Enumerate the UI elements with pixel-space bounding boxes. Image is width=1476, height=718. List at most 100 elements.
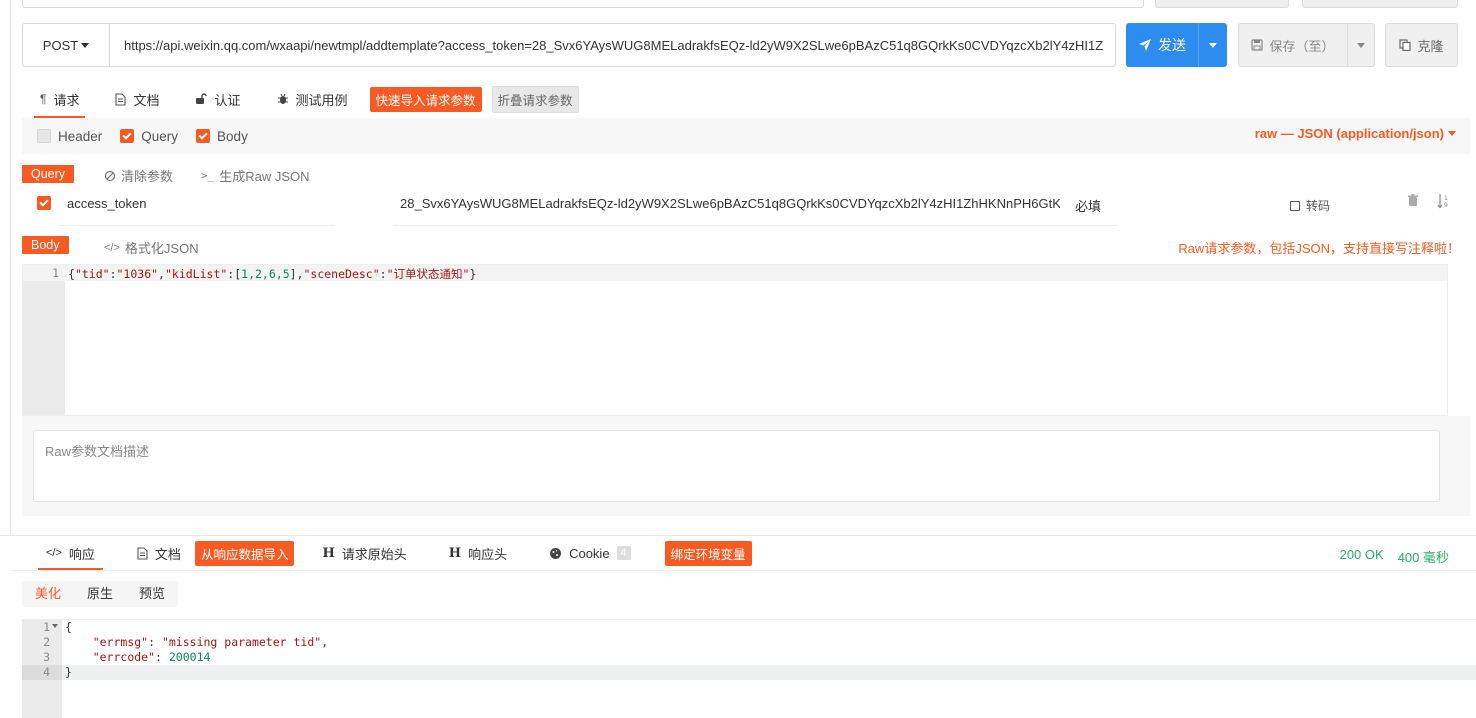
tab-auth[interactable]: 认证 (177, 80, 258, 118)
chevron-down-icon (81, 42, 90, 48)
fold-toggle-icon[interactable] (52, 624, 58, 628)
generate-raw-json-button[interactable]: >_ 生成Raw JSON (201, 166, 310, 185)
param-enabled-checkbox[interactable] (37, 196, 51, 210)
response-status: 200 OK 400 毫秒 (1340, 547, 1449, 566)
chevron-down-icon (1209, 42, 1217, 48)
query-option-label: Query (141, 128, 179, 144)
tab-request[interactable]: ¶ 请求 (22, 80, 97, 118)
unlock-icon (195, 93, 208, 105)
tab-cookie-label: Cookie (569, 545, 610, 561)
import-params-button[interactable]: 快速导入请求参数 (369, 86, 482, 112)
send-label: 发送 (1158, 37, 1186, 53)
tab-tests[interactable]: 测试用例 (259, 80, 366, 118)
h-icon: H (448, 545, 462, 561)
copy-icon (1399, 39, 1412, 51)
body-checkbox[interactable] (196, 129, 211, 143)
collapse-params-button[interactable]: 折叠请求参数 (491, 85, 579, 113)
view-tab-raw[interactable]: 原生 (74, 581, 126, 607)
url-text: https://api.weixin.qq.com/wxaapi/newtmpl… (124, 37, 1104, 53)
floppy-disk-icon (1251, 39, 1264, 51)
code-line: "errmsg": "missing parameter tid", (92, 635, 329, 649)
format-json-button[interactable]: </> 格式化JSON (104, 238, 199, 257)
tab-auth-label: 认证 (214, 92, 241, 108)
json-value: "missing parameter tid" (161, 635, 322, 649)
tab-tests-label: 测试用例 (295, 92, 348, 108)
raw-doc-description-placeholder: Raw参数文档描述 (45, 444, 150, 459)
terminal-icon: >_ (201, 169, 215, 182)
top-button-remnant[interactable] (1155, 0, 1289, 8)
query-checkbox[interactable] (120, 129, 135, 143)
view-tab-pretty[interactable]: 美化 (22, 581, 74, 607)
import-from-response-button[interactable]: 从响应数据导入 (194, 540, 295, 566)
cookie-icon (549, 547, 562, 560)
method-label: POST (42, 37, 79, 53)
line-number: 1 (43, 620, 50, 634)
body-type-select[interactable]: raw — JSON (application/json) (1255, 126, 1456, 141)
sidebar-edge (10, 0, 11, 535)
param-key-field[interactable]: access_token (67, 196, 147, 211)
raw-hint-text: Raw请求参数，包括JSON，支持直接写注释啦！ (1178, 241, 1460, 256)
response-body-viewer[interactable]: 1 2 3 4 { "errmsg": "missing parameter t… (22, 619, 1476, 718)
raw-doc-description-input[interactable]: Raw参数文档描述 (33, 430, 1440, 502)
encode-label: 转码 (1306, 199, 1331, 213)
tab-response-docs-label: 文档 (154, 546, 181, 562)
url-input[interactable]: https://api.weixin.qq.com/wxaapi/newtmpl… (109, 23, 1116, 67)
json-key: "kidList" (164, 267, 228, 281)
line-number: 3 (43, 650, 50, 664)
code-line: { (65, 620, 72, 634)
tab-response-docs[interactable]: 文档 (123, 536, 195, 570)
clear-params-button[interactable]: 清除参数 (104, 166, 173, 185)
divider (60, 225, 335, 226)
header-option-label: Header (58, 128, 103, 144)
svg-text:9: 9 (1444, 202, 1448, 209)
trash-icon[interactable] (1407, 194, 1419, 207)
code-line: {"tid":"1036","kidList":[1,2,6,5],"scene… (68, 267, 477, 281)
active-line-highlight (22, 665, 1476, 680)
json-key: "errcode" (92, 650, 156, 664)
sort-icon[interactable]: 19 (1437, 193, 1451, 209)
save-options-dropdown[interactable] (1348, 42, 1374, 48)
cookie-count-badge: 4 (616, 546, 631, 560)
top-button-remnant[interactable] (1302, 0, 1458, 8)
save-button[interactable]: 保存（至） (1238, 23, 1375, 67)
code-line: "errcode": 200014 (92, 650, 211, 664)
editor-gutter (23, 265, 65, 415)
tab-response[interactable]: </> 响应 (32, 536, 109, 570)
tab-response-label: 响应 (68, 546, 95, 562)
json-value: 1,2,6,5 (241, 267, 290, 281)
header-option[interactable]: Header (37, 129, 102, 144)
tab-cookie[interactable]: Cookie 4 (535, 536, 645, 570)
json-key: "errmsg" (92, 635, 149, 649)
view-tab-preview[interactable]: 预览 (126, 581, 178, 607)
json-key: "sceneDesc" (303, 267, 380, 281)
top-input-remnant (22, 0, 1144, 8)
body-option[interactable]: Body (196, 129, 248, 144)
tab-response-headers[interactable]: H 响应头 (435, 536, 521, 570)
save-label: 保存（至） (1269, 38, 1335, 54)
tab-docs[interactable]: 文档 (97, 80, 177, 118)
line-number: 2 (43, 635, 50, 649)
bind-env-button[interactable]: 绑定环境变量 (664, 540, 752, 566)
tab-request-headers-label: 请求原始头 (341, 546, 407, 562)
h-icon: H (322, 545, 335, 561)
body-raw-editor[interactable]: 1 {"tid":"1036","kidList":[1,2,6,5],"sce… (22, 264, 1448, 416)
divider (11, 570, 1476, 571)
header-checkbox[interactable] (37, 129, 51, 143)
pilcrow-icon: ¶ (40, 92, 47, 106)
tab-response-headers-label: 响应头 (468, 546, 508, 562)
param-required-select[interactable]: 必填 (1075, 196, 1101, 215)
param-value-field[interactable]: 28_Svx6YAysWUG8MELadrakfsEQz-ld2yW9X2SLw… (400, 196, 1060, 211)
method-select[interactable]: POST (22, 23, 109, 67)
query-option[interactable]: Query (120, 129, 178, 144)
clone-button[interactable]: 克隆 (1385, 23, 1458, 67)
json-key: "tid" (74, 267, 110, 281)
svg-text:1: 1 (1444, 195, 1448, 202)
send-button[interactable]: 发送 (1126, 23, 1227, 67)
tab-request-headers[interactable]: H 请求原始头 (308, 536, 420, 570)
document-icon (115, 92, 127, 106)
encode-checkbox[interactable] (1290, 200, 1300, 211)
response-tabs: </> 响应 文档 从响应数据导入 H 请求原始头 H 响应头 Cookie 4… (32, 536, 752, 570)
send-options-dropdown[interactable] (1199, 42, 1227, 48)
param-encode-option[interactable]: 转码 (1290, 197, 1330, 214)
json-value: "1036" (116, 267, 159, 281)
